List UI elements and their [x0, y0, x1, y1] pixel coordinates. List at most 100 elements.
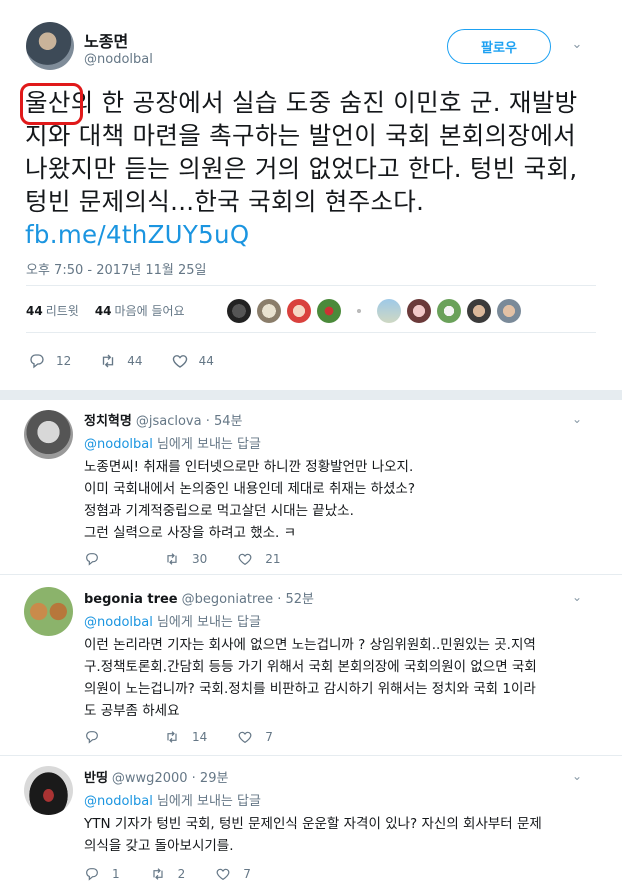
- reply-line: 의원이 노는겁니까? 국회.정치를 비판하고 감시하기 위해서는 정치와 국회 …: [84, 681, 536, 697]
- reply-tweet: 정치혁명 @jsaclova · 54분 ⌄ @nodolbal 님에게 보내는 …: [0, 400, 622, 572]
- like-count: 44: [198, 354, 214, 368]
- reply-line: 정혐과 기계적중립으로 먹고살던 시대는 끝났소.: [84, 503, 354, 519]
- reply-time[interactable]: · 54분: [206, 414, 243, 429]
- reply-author-handle[interactable]: @jsaclova: [136, 414, 202, 429]
- liker-avatar[interactable]: [287, 299, 311, 323]
- liker-avatar[interactable]: [467, 299, 491, 323]
- liker-avatars: [227, 299, 521, 323]
- reply-to-suffix: 님에게 보내는 답글: [152, 437, 261, 452]
- tweet-actions: 12 44 44: [28, 352, 242, 370]
- reply-button[interactable]: [84, 551, 112, 567]
- chevron-down-icon[interactable]: ⌄: [570, 38, 584, 52]
- retweet-button[interactable]: 14: [164, 729, 207, 745]
- reply-actions: 30 21: [84, 551, 311, 567]
- tweet-link[interactable]: fb.me/4thZUY5uQ: [25, 220, 249, 249]
- retweet-icon: [167, 731, 177, 743]
- retweet-button[interactable]: 2: [150, 866, 186, 882]
- reply-to-link[interactable]: @nodolbal: [84, 794, 153, 809]
- reply-time[interactable]: · 52분: [277, 592, 314, 607]
- reply-actions: 14 7: [84, 729, 303, 745]
- retweet-button[interactable]: 44: [99, 352, 143, 370]
- retweet-count: 44: [127, 354, 143, 368]
- like-button[interactable]: 44: [171, 352, 214, 370]
- author-name[interactable]: 노종면: [84, 28, 128, 52]
- reply-author-name[interactable]: 반띵: [84, 771, 108, 786]
- retweet-stat[interactable]: 44 리트윗: [26, 302, 79, 319]
- reply-line: 구.정책토론회.간담회 등등 가기 위해서 국회 본회의장에 국회의원이 없으면…: [84, 659, 537, 675]
- reply-to: @nodolbal 님에게 보내는 답글: [84, 433, 261, 452]
- heart-icon: [216, 868, 230, 881]
- reply-author-name[interactable]: begonia tree: [84, 592, 178, 607]
- heart-icon: [238, 553, 252, 566]
- tweet-text-body: 의 한 공장에서 실습 도중 숨진 이민호 군. 재발방지와 대책 마련을 촉구…: [25, 88, 578, 216]
- retweet-stat-count: 44: [26, 304, 43, 318]
- like-button[interactable]: 7: [215, 866, 251, 882]
- section-separator: [0, 390, 622, 400]
- reply-text: 이런 논리라면 기자는 회사에 없으면 노는겁니까 ? 상임위원회..민원있는 …: [84, 634, 604, 722]
- divider: [26, 332, 596, 333]
- reply-line: 의식을 갖고 돌아보시기를.: [84, 838, 234, 854]
- divider: [26, 285, 596, 286]
- liker-avatar[interactable]: [437, 299, 461, 323]
- reply-avatar[interactable]: [24, 410, 73, 459]
- retweet-button[interactable]: 30: [164, 551, 207, 567]
- reply-button[interactable]: [84, 729, 112, 745]
- chevron-down-icon[interactable]: ⌄: [572, 769, 586, 783]
- reply-author-handle[interactable]: @begoniatree: [182, 592, 273, 607]
- liker-avatar[interactable]: [347, 299, 371, 323]
- reply-actions: 1 2 7: [84, 866, 281, 882]
- reply-icon: [86, 731, 98, 744]
- liker-avatar[interactable]: [257, 299, 281, 323]
- reply-time[interactable]: · 29분: [192, 771, 229, 786]
- reply-icon: [30, 354, 44, 369]
- reply-to-suffix: 님에게 보내는 답글: [152, 615, 261, 630]
- like-stat[interactable]: 44 마음에 들어요: [95, 302, 185, 319]
- retweet-count: 2: [177, 867, 186, 881]
- reply-line: YTN 기자가 텅빈 국회, 텅빈 문제인식 운운할 자격이 있나? 자신의 회…: [84, 816, 542, 832]
- like-button[interactable]: 7: [237, 729, 273, 745]
- reply-line: 도 공부좀 하세요: [84, 703, 180, 719]
- red-annotation-box: [20, 83, 83, 125]
- reply-to: @nodolbal 님에게 보내는 답글: [84, 790, 261, 809]
- reply-count: 12: [56, 354, 72, 368]
- reply-avatar[interactable]: [24, 587, 73, 636]
- like-button[interactable]: 21: [237, 551, 281, 567]
- author-avatar[interactable]: [26, 22, 74, 70]
- chevron-down-icon[interactable]: ⌄: [572, 590, 586, 604]
- reply-button[interactable]: 12: [28, 352, 71, 370]
- reply-line: 노종면씨! 취재를 인터넷으로만 하니깐 정황발언만 나오지.: [84, 459, 414, 475]
- reply-line: 이런 논리라면 기자는 회사에 없으면 노는겁니까 ? 상임위원회..민원있는 …: [84, 637, 536, 653]
- tweet-timestamp[interactable]: 오후 7:50 - 2017년 11월 25일: [26, 259, 207, 278]
- reply-icon: [86, 868, 98, 881]
- like-count: 7: [243, 867, 251, 881]
- reply-text: YTN 기자가 텅빈 국회, 텅빈 문제인식 운운할 자격이 있나? 자신의 회…: [84, 813, 604, 857]
- retweet-icon: [153, 868, 163, 880]
- reply-button[interactable]: 1: [84, 866, 120, 882]
- reply-header: 반띵 @wwg2000 · 29분: [84, 767, 228, 786]
- heart-icon: [238, 731, 252, 744]
- reply-to-link[interactable]: @nodolbal: [84, 615, 153, 630]
- retweet-count: 14: [192, 730, 208, 744]
- reply-text: 노종면씨! 취재를 인터넷으로만 하니깐 정황발언만 나오지. 이미 국회내에서…: [84, 456, 604, 544]
- tweet-text: 울산의 한 공장에서 실습 도중 숨진 이민호 군. 재발방지와 대책 마련을 …: [25, 86, 600, 251]
- author-handle[interactable]: @nodolbal: [84, 52, 153, 67]
- reply-avatar[interactable]: [24, 766, 73, 815]
- reply-header: begonia tree @begoniatree · 52분: [84, 588, 314, 607]
- retweet-stat-label: 리트윗: [45, 304, 79, 318]
- liker-avatar[interactable]: [497, 299, 521, 323]
- engagement-stats: 44 리트윗 44 마음에 들어요: [26, 302, 185, 319]
- reply-to: @nodolbal 님에게 보내는 답글: [84, 611, 261, 630]
- reply-icon: [86, 553, 98, 566]
- reply-tweet: begonia tree @begoniatree · 52분 ⌄ @nodolb…: [0, 575, 622, 755]
- liker-avatar[interactable]: [317, 299, 341, 323]
- chevron-down-icon[interactable]: ⌄: [572, 412, 586, 426]
- liker-avatar[interactable]: [407, 299, 431, 323]
- follow-button[interactable]: 팔로우: [447, 29, 551, 64]
- reply-author-name[interactable]: 정치혁명: [84, 414, 132, 429]
- heart-icon: [172, 355, 187, 368]
- retweet-count: 30: [192, 552, 208, 566]
- reply-to-link[interactable]: @nodolbal: [84, 437, 153, 452]
- liker-avatar[interactable]: [377, 299, 401, 323]
- reply-author-handle[interactable]: @wwg2000: [112, 771, 188, 786]
- liker-avatar[interactable]: [227, 299, 251, 323]
